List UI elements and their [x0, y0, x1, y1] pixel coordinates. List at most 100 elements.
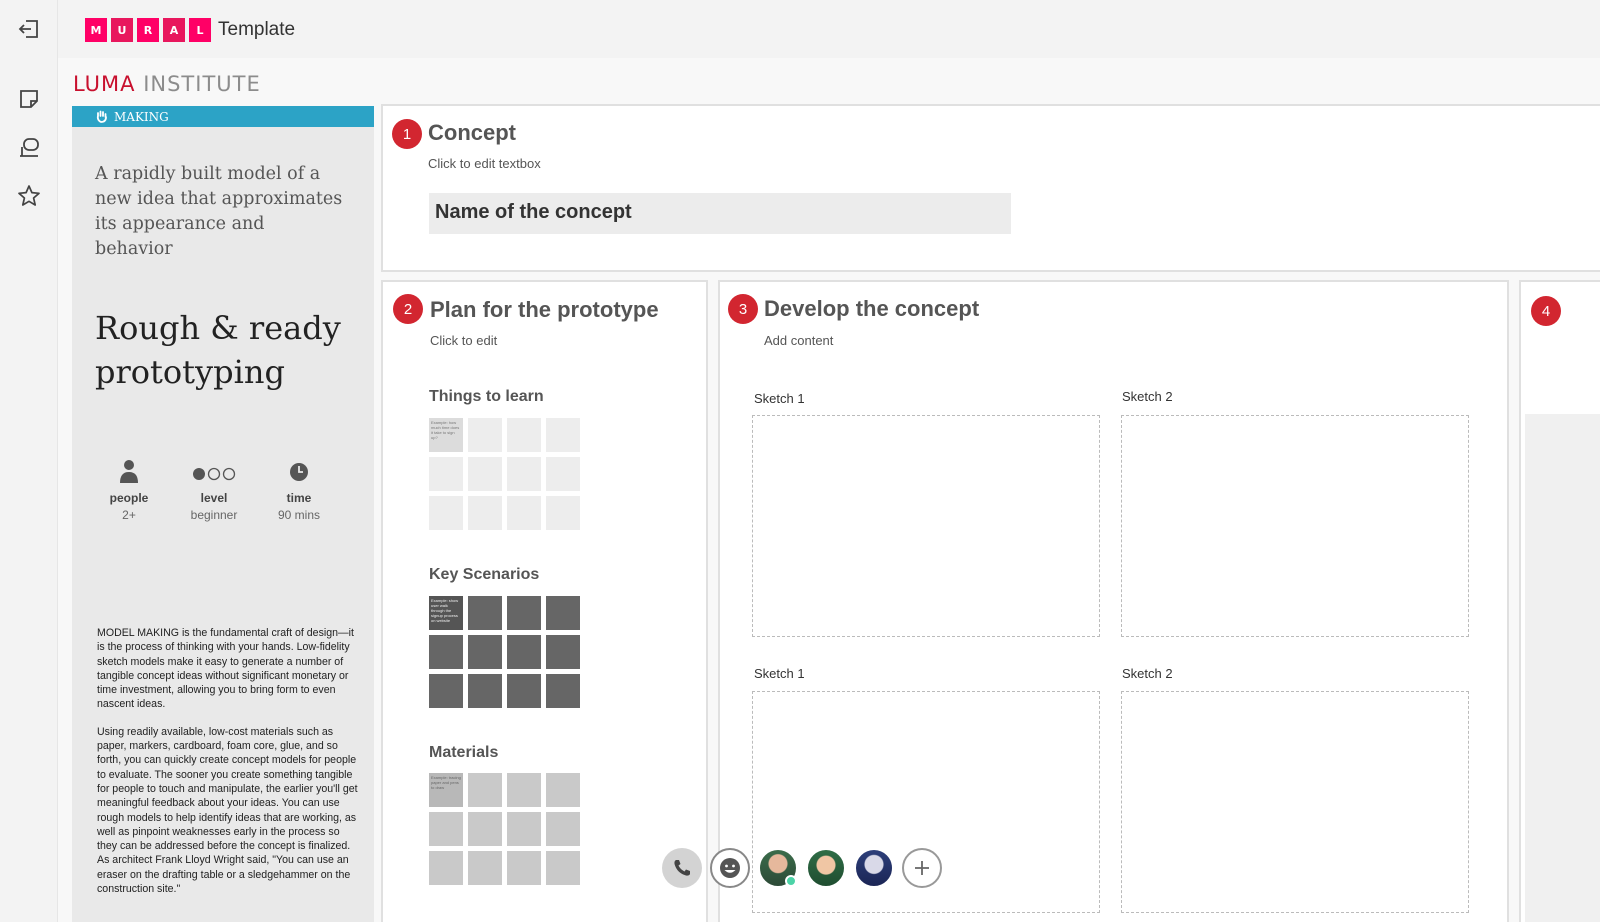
- hand-icon: [96, 110, 107, 123]
- sticky-note-slot[interactable]: [507, 596, 541, 630]
- develop-frame[interactable]: 3 Develop the concept Add content Sketch…: [718, 280, 1509, 922]
- section-heading: Materials: [429, 744, 499, 761]
- clock-icon: [290, 463, 308, 481]
- sketch-label: Sketch 2: [1122, 666, 1173, 681]
- sticky-note-slot[interactable]: [468, 418, 502, 452]
- stat-value: beginner: [190, 508, 238, 522]
- sticky-note-slot[interactable]: [546, 457, 580, 491]
- sticky-note-slot[interactable]: [468, 635, 502, 669]
- stat-people: people 2+: [94, 458, 164, 522]
- sticky-note-slot[interactable]: [507, 812, 541, 846]
- stat-level: level beginner: [179, 458, 249, 522]
- stat-label: time: [286, 491, 312, 505]
- mural-canvas[interactable]: LUMA INSTITUTE MAKING A rapidly built mo…: [58, 58, 1600, 922]
- plus-icon[interactable]: [902, 848, 942, 888]
- logo-letter: A: [163, 18, 185, 42]
- section-heading: Key Scenarios: [429, 566, 540, 583]
- sticky-note-slot[interactable]: [546, 596, 580, 630]
- star-icon[interactable]: [14, 181, 44, 211]
- logo-letter: R: [137, 18, 159, 42]
- collaboration-bar: [662, 848, 942, 888]
- key-scenarios-grid[interactable]: Example: show user walk through the sign…: [429, 596, 580, 708]
- collaborator-avatar[interactable]: [758, 848, 798, 888]
- sticky-note-slot[interactable]: [429, 457, 463, 491]
- sticky-note[interactable]: Example: show user walk through the sign…: [429, 596, 463, 630]
- frame-content-area: [1525, 414, 1600, 922]
- sketch-label: Sketch 1: [754, 391, 805, 406]
- sticky-note-slot[interactable]: [468, 851, 502, 885]
- things-to-learn-grid[interactable]: Example: how much time does it take to s…: [429, 418, 580, 530]
- sticky-note-slot[interactable]: [507, 457, 541, 491]
- frame-subtitle[interactable]: Add content: [764, 333, 833, 348]
- phone-icon[interactable]: [662, 848, 702, 888]
- mural-logo[interactable]: M U R A L: [85, 18, 211, 42]
- stat-value: 90 mins: [277, 508, 321, 522]
- sticky-note-slot[interactable]: [507, 851, 541, 885]
- method-info-panel[interactable]: MAKING A rapidly built model of a new id…: [72, 106, 374, 922]
- sticky-note-slot[interactable]: [507, 496, 541, 530]
- method-description: MODEL MAKING is the fundamental craft of…: [97, 626, 362, 896]
- emoji-icon[interactable]: [710, 848, 750, 888]
- comment-icon[interactable]: [14, 133, 44, 163]
- sticky-note-slot[interactable]: [468, 773, 502, 807]
- next-frame[interactable]: 4: [1519, 280, 1600, 922]
- logo-letter: M: [85, 18, 107, 42]
- sticky-note-slot[interactable]: [468, 596, 502, 630]
- description-paragraph: MODEL MAKING is the fundamental craft of…: [97, 627, 354, 711]
- sticky-note[interactable]: Example: tracing paper and pens to draw: [429, 773, 463, 807]
- level-dots-icon: [193, 467, 236, 481]
- materials-grid[interactable]: Example: tracing paper and pens to draw: [429, 773, 580, 885]
- sketch-area[interactable]: [752, 415, 1100, 637]
- luma-institute-logo: LUMA INSTITUTE: [73, 72, 261, 96]
- sticky-note-slot[interactable]: [429, 635, 463, 669]
- frame-title[interactable]: Concept: [428, 120, 516, 146]
- sticky-note-slot[interactable]: [507, 773, 541, 807]
- online-status-icon: [785, 875, 797, 887]
- sticky-note-slot[interactable]: [468, 457, 502, 491]
- exit-icon[interactable]: [14, 14, 44, 44]
- left-toolbar: [0, 0, 58, 922]
- person-icon: [120, 460, 138, 483]
- step-number-badge: 3: [728, 294, 758, 324]
- frame-title[interactable]: Develop the concept: [764, 296, 979, 322]
- sticky-note-slot[interactable]: [429, 812, 463, 846]
- sticky-note-slot[interactable]: [546, 418, 580, 452]
- sticky-note-slot[interactable]: [546, 812, 580, 846]
- sketch-area[interactable]: [1121, 415, 1469, 637]
- stat-label: level: [200, 491, 228, 505]
- sticky-note-slot[interactable]: [546, 635, 580, 669]
- sketch-label: Sketch 2: [1122, 389, 1173, 404]
- sticky-note-slot[interactable]: [507, 674, 541, 708]
- sticky-note-slot[interactable]: [546, 674, 580, 708]
- luma-wordmark: LUMA: [73, 72, 136, 96]
- sticky-note-slot[interactable]: [507, 635, 541, 669]
- stat-time: time 90 mins: [264, 458, 334, 522]
- concept-name-textbox[interactable]: Name of the concept: [429, 193, 1011, 234]
- plan-frame[interactable]: 2 Plan for the prototype Click to edit T…: [381, 280, 708, 922]
- sticky-note-slot[interactable]: [468, 812, 502, 846]
- sticky-note-slot[interactable]: [546, 496, 580, 530]
- category-label: MAKING: [114, 109, 169, 124]
- frame-title[interactable]: Plan for the prototype: [430, 297, 659, 323]
- collaborator-avatar[interactable]: [806, 848, 846, 888]
- sticky-note-slot[interactable]: [546, 773, 580, 807]
- sticky-note-slot[interactable]: [429, 851, 463, 885]
- sticky-note-slot[interactable]: [507, 418, 541, 452]
- method-stats: people 2+ level beginner time 90 mins: [94, 458, 334, 522]
- sticky-note-icon[interactable]: [14, 84, 44, 114]
- sticky-note-slot[interactable]: [429, 674, 463, 708]
- mural-title[interactable]: Template: [218, 19, 295, 41]
- frame-subtitle[interactable]: Click to edit: [430, 333, 497, 348]
- sticky-note-slot[interactable]: [546, 851, 580, 885]
- sticky-note[interactable]: Example: how much time does it take to s…: [429, 418, 463, 452]
- sticky-note-slot[interactable]: [429, 496, 463, 530]
- concept-frame[interactable]: 1 Concept Click to edit textbox Name of …: [381, 104, 1600, 272]
- institute-wordmark: INSTITUTE: [135, 72, 261, 96]
- sketch-area[interactable]: [1121, 691, 1469, 913]
- stat-value: 2+: [122, 508, 136, 522]
- sticky-note-slot[interactable]: [468, 496, 502, 530]
- frame-subtitle[interactable]: Click to edit textbox: [428, 156, 541, 171]
- sticky-note-slot[interactable]: [468, 674, 502, 708]
- method-title: Rough & ready prototyping: [95, 309, 341, 391]
- collaborator-avatar[interactable]: [854, 848, 894, 888]
